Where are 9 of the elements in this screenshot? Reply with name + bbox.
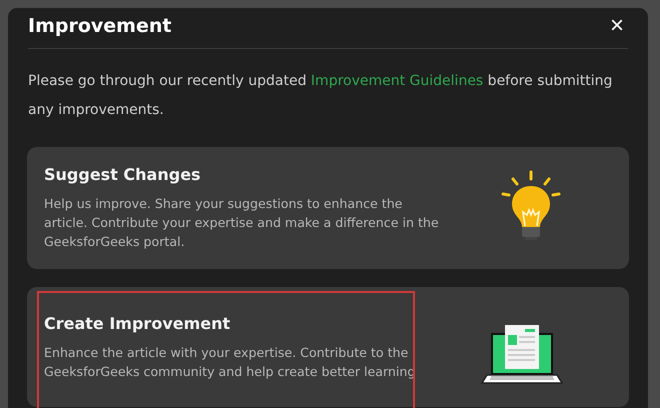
option-description: Help us improve. Share your suggestions to enhance the article. Contribute your expertise and make a difference in the GeeksforGeeks portal. (44, 195, 440, 251)
lightbulb-icon (499, 170, 563, 242)
option-title: Suggest Changes (44, 165, 202, 184)
dialog-title: Improvement (28, 15, 172, 37)
option-title: Create Improvement (44, 314, 232, 332)
close-button[interactable]: × (606, 14, 628, 38)
guidelines-link[interactable]: Improvement Guidelines (310, 73, 484, 89)
intro-text: Please go through our recently updated Improvement Guidelines before submitting any improvements. (28, 72, 614, 120)
option-card[interactable]: Suggest Changes Help us improve. Share your suggestions to enhance the article. Contribute your expertise and make a difference in the GeeksforGeeks portal. (27, 147, 629, 269)
